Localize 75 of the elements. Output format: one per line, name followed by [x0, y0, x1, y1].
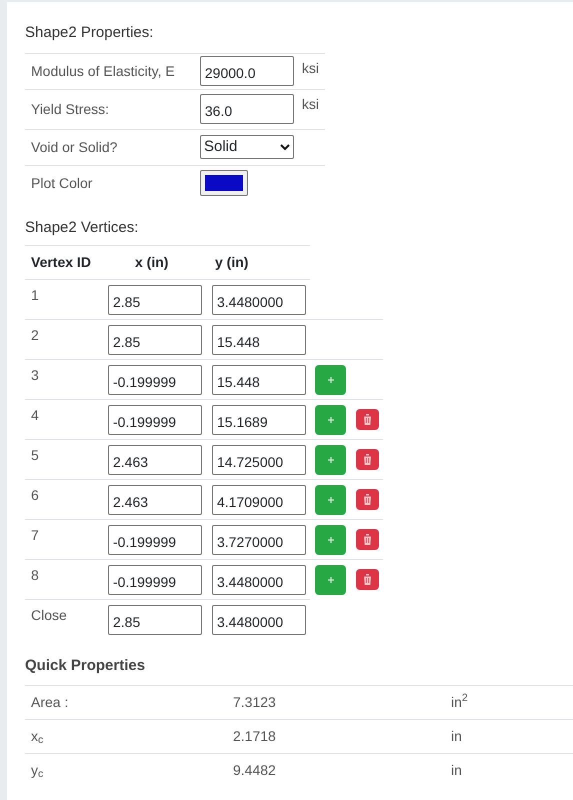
section-title: Shape2 Properties:: [25, 23, 154, 43]
input-field[interactable]: -0.199999: [108, 405, 202, 435]
input-field[interactable]: 14.725000: [212, 445, 306, 475]
input-field[interactable]: 2.463: [108, 485, 202, 515]
plus-icon: [328, 537, 334, 543]
input-field[interactable]: 15.1689: [212, 405, 306, 435]
unit-label: ksi: [302, 94, 319, 114]
field-label: Yield Stress:: [31, 100, 110, 118]
plus-icon: [328, 417, 334, 423]
input-field[interactable]: 2.463: [108, 445, 202, 475]
delete-button[interactable]: [356, 449, 379, 470]
field-label: Plot Color: [31, 174, 94, 192]
property-unit: in: [451, 760, 462, 780]
vertex-id: 7: [31, 526, 40, 545]
trash-icon: [363, 414, 372, 425]
trash-icon: [363, 534, 372, 545]
color-picker[interactable]: [200, 170, 248, 196]
vertex-id: 2: [31, 326, 40, 345]
vertex-id: 6: [31, 486, 40, 505]
add-button[interactable]: [315, 445, 346, 475]
plus-icon: [328, 577, 334, 583]
property-label: Area :: [31, 692, 70, 712]
property-label: x$_{c}$: [31, 726, 44, 746]
input-field[interactable]: 3.4480000: [212, 285, 306, 315]
add-button[interactable]: [315, 565, 346, 595]
property-value: 2.1718: [233, 726, 277, 746]
type-select[interactable]: Solid: [200, 135, 294, 159]
plus-icon: [328, 377, 334, 383]
vertex-id: Close: [31, 606, 68, 625]
trash-icon: [363, 454, 372, 465]
column-header: x (in): [135, 253, 170, 272]
input-field[interactable]: -0.199999: [108, 525, 202, 555]
input-field[interactable]: -0.199999: [108, 365, 202, 395]
add-button[interactable]: [315, 525, 346, 555]
trash-icon: [363, 494, 372, 505]
input-field[interactable]: 3.4480000: [212, 565, 306, 595]
input-field[interactable]: 3.4480000: [212, 605, 306, 635]
field-label: Void or Solid?: [31, 138, 118, 156]
input-field[interactable]: -0.199999: [108, 565, 202, 595]
property-unit: in: [451, 726, 462, 746]
section-title: Quick Properties: [25, 656, 146, 676]
input-field[interactable]: 36.0: [200, 94, 294, 124]
vertex-id: 1: [31, 286, 40, 305]
property-unit: in$^{2}$: [451, 692, 468, 712]
chevron-icon: [280, 144, 290, 150]
input-field[interactable]: 3.7270000: [212, 525, 306, 555]
delete-button[interactable]: [356, 529, 379, 550]
delete-button[interactable]: [356, 569, 379, 590]
trash-icon: [363, 574, 372, 585]
column-header: Vertex ID: [31, 253, 92, 272]
add-button[interactable]: [315, 405, 346, 435]
column-header: y (in): [215, 253, 248, 272]
input-field[interactable]: 29000.0: [200, 56, 294, 86]
property-value: 9.4482: [233, 760, 277, 780]
add-button[interactable]: [315, 365, 346, 395]
property-value: 7.3123: [233, 692, 277, 712]
plus-icon: [328, 497, 334, 503]
section-title: Shape2 Vertices:: [25, 218, 140, 238]
input-field[interactable]: 2.85: [108, 325, 202, 355]
unit-label: ksi: [302, 58, 319, 78]
vertex-id: 5: [31, 446, 40, 465]
vertex-id: 8: [31, 566, 40, 585]
delete-button[interactable]: [356, 489, 379, 510]
vertex-id: 4: [31, 406, 40, 425]
field-label: Modulus of Elasticity, E: [31, 62, 176, 81]
plus-icon: [328, 457, 334, 463]
input-field[interactable]: 2.85: [108, 285, 202, 315]
input-field[interactable]: 15.448: [212, 325, 306, 355]
vertex-id: 3: [31, 366, 40, 385]
add-button[interactable]: [315, 485, 346, 515]
input-field[interactable]: 15.448: [212, 365, 306, 395]
input-field[interactable]: 2.85: [108, 605, 202, 635]
delete-button[interactable]: [356, 409, 379, 430]
input-field[interactable]: 4.1709000: [212, 485, 306, 515]
property-label: y$_{c}$: [31, 760, 44, 780]
